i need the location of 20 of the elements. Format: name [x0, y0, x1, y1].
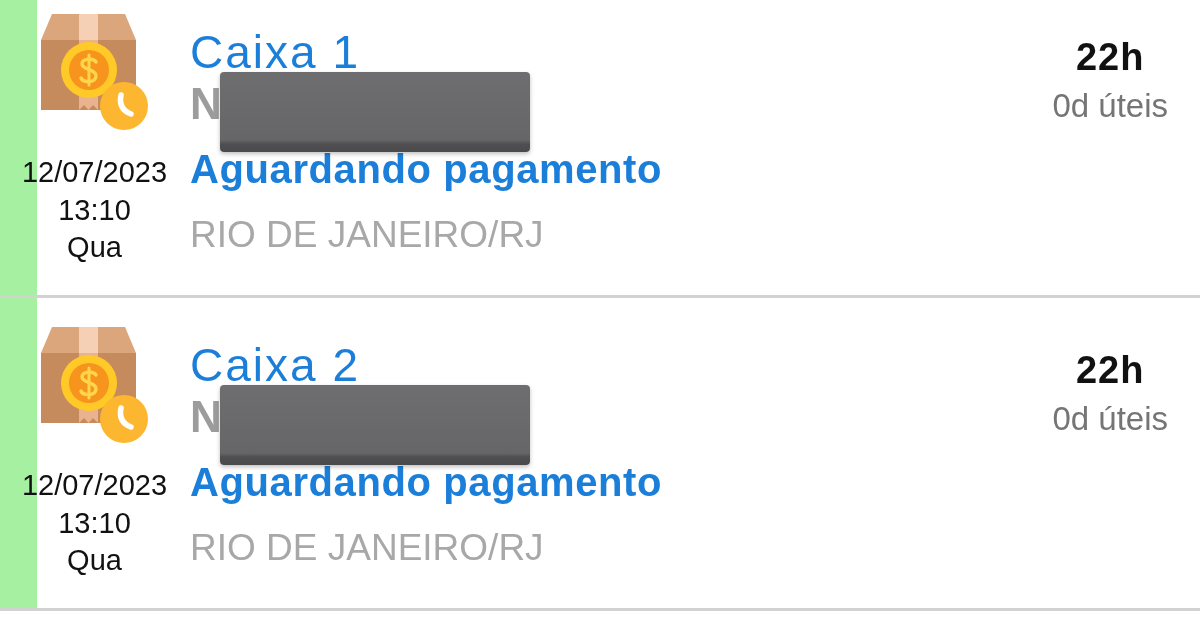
item-title: Caixa 1 [190, 32, 360, 72]
order-time: 13:10 [58, 505, 131, 541]
payment-status: Aguardando pagamento [190, 146, 663, 193]
payment-status: Aguardando pagamento [190, 459, 663, 506]
order-weekday: Qua [67, 230, 122, 265]
order-date: 12/07/2023 [21, 155, 168, 190]
location-text: RIO DE JANEIRO/RJ [190, 526, 544, 570]
location-text: RIO DE JANEIRO/RJ [190, 213, 544, 257]
business-days: 0d úteis [1052, 84, 1168, 128]
order-time: 13:10 [58, 192, 131, 228]
customer-name: N [190, 79, 222, 128]
order-weekday: Qua [67, 543, 122, 578]
elapsed-time: 22h [1075, 35, 1145, 80]
customer-name: N [190, 392, 222, 441]
box-coin-clock-icon [40, 14, 149, 131]
item-title: Caixa 2 [190, 345, 360, 385]
elapsed-time: 22h [1075, 348, 1145, 393]
order-date: 12/07/2023 [21, 468, 168, 503]
business-days: 0d úteis [1052, 397, 1168, 441]
box-coin-clock-icon [40, 327, 149, 444]
